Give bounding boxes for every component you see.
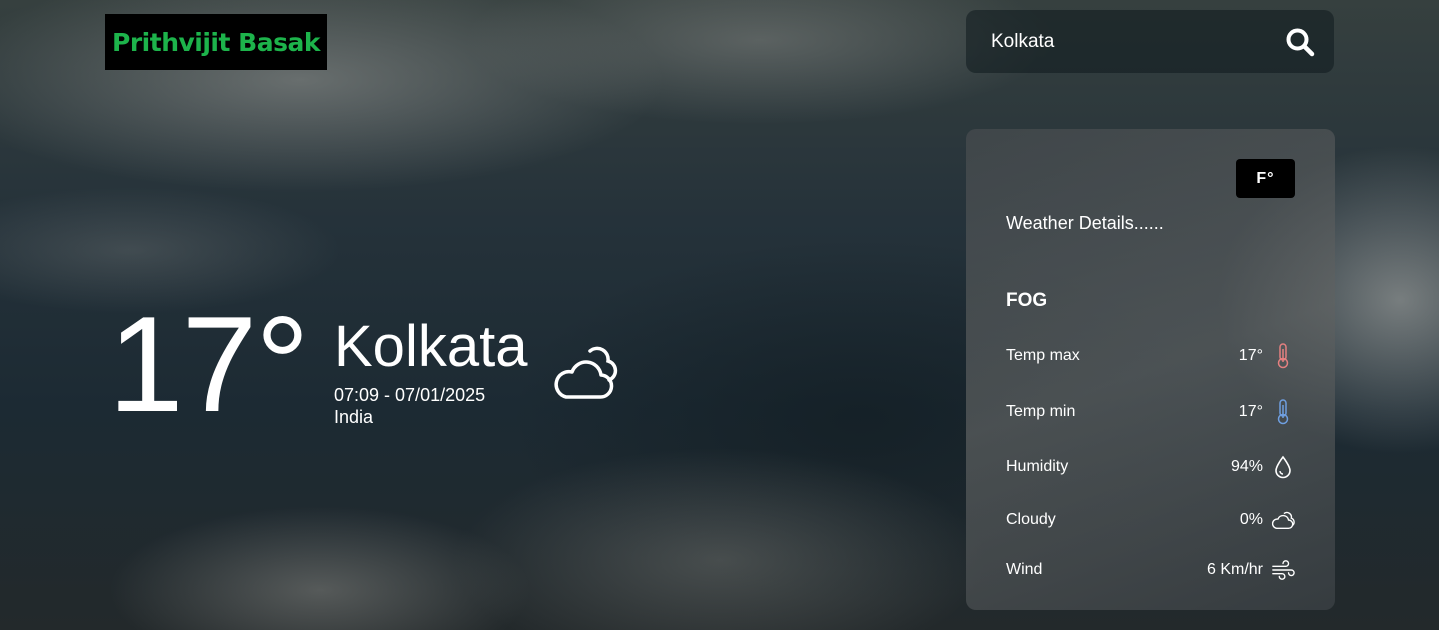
detail-label: Cloudy <box>1006 511 1056 528</box>
detail-row-humidity: Humidity 94% <box>1006 452 1295 482</box>
detail-value: 17° <box>1238 403 1263 420</box>
detail-label: Temp max <box>1006 347 1080 364</box>
current-temperature: 17° <box>108 288 310 440</box>
brand-name: Prithvijit Basak <box>112 27 320 57</box>
detail-value: 94% <box>1230 458 1263 475</box>
detail-value: 6 Km/hr <box>1206 561 1263 578</box>
location-block: Kolkata 07:09 - 07/01/2025 India <box>334 318 527 428</box>
search-input[interactable] <box>991 30 1284 53</box>
search-bar <box>966 10 1334 73</box>
droplet-icon <box>1275 455 1291 479</box>
detail-value: 17° <box>1238 347 1263 364</box>
search-button[interactable] <box>1284 26 1316 58</box>
thermometer-hot-icon <box>1277 343 1289 369</box>
unit-toggle-button[interactable]: F° <box>1236 159 1295 198</box>
brand-logo: Prithvijit Basak <box>105 14 327 70</box>
city-name: Kolkata <box>334 314 528 379</box>
detail-label: Humidity <box>1006 458 1069 475</box>
detail-label: Temp min <box>1006 403 1076 420</box>
weather-condition: FOG <box>1006 290 1048 311</box>
panel-title: Weather Details...... <box>1006 213 1164 233</box>
detail-value: 0% <box>1239 511 1263 528</box>
detail-label: Wind <box>1006 561 1043 578</box>
detail-row-cloudy: Cloudy 0% <box>1006 505 1295 535</box>
detail-row-wind: Wind 6 Km/hr <box>1006 555 1295 585</box>
cloud-icon <box>554 346 618 399</box>
search-icon <box>1286 28 1315 56</box>
cloud-sun-icon <box>1271 511 1295 529</box>
detail-row-temp-min: Temp min 17° <box>1006 397 1295 427</box>
country-name: India <box>334 407 374 427</box>
thermometer-cold-icon <box>1277 399 1289 425</box>
date-time: 07:09 - 07/01/2025 <box>334 385 486 405</box>
detail-row-temp-max: Temp max 17° <box>1006 341 1295 371</box>
wind-icon <box>1272 560 1295 580</box>
weather-details-panel: F° Weather Details...... FOG Temp max 17… <box>966 129 1335 610</box>
